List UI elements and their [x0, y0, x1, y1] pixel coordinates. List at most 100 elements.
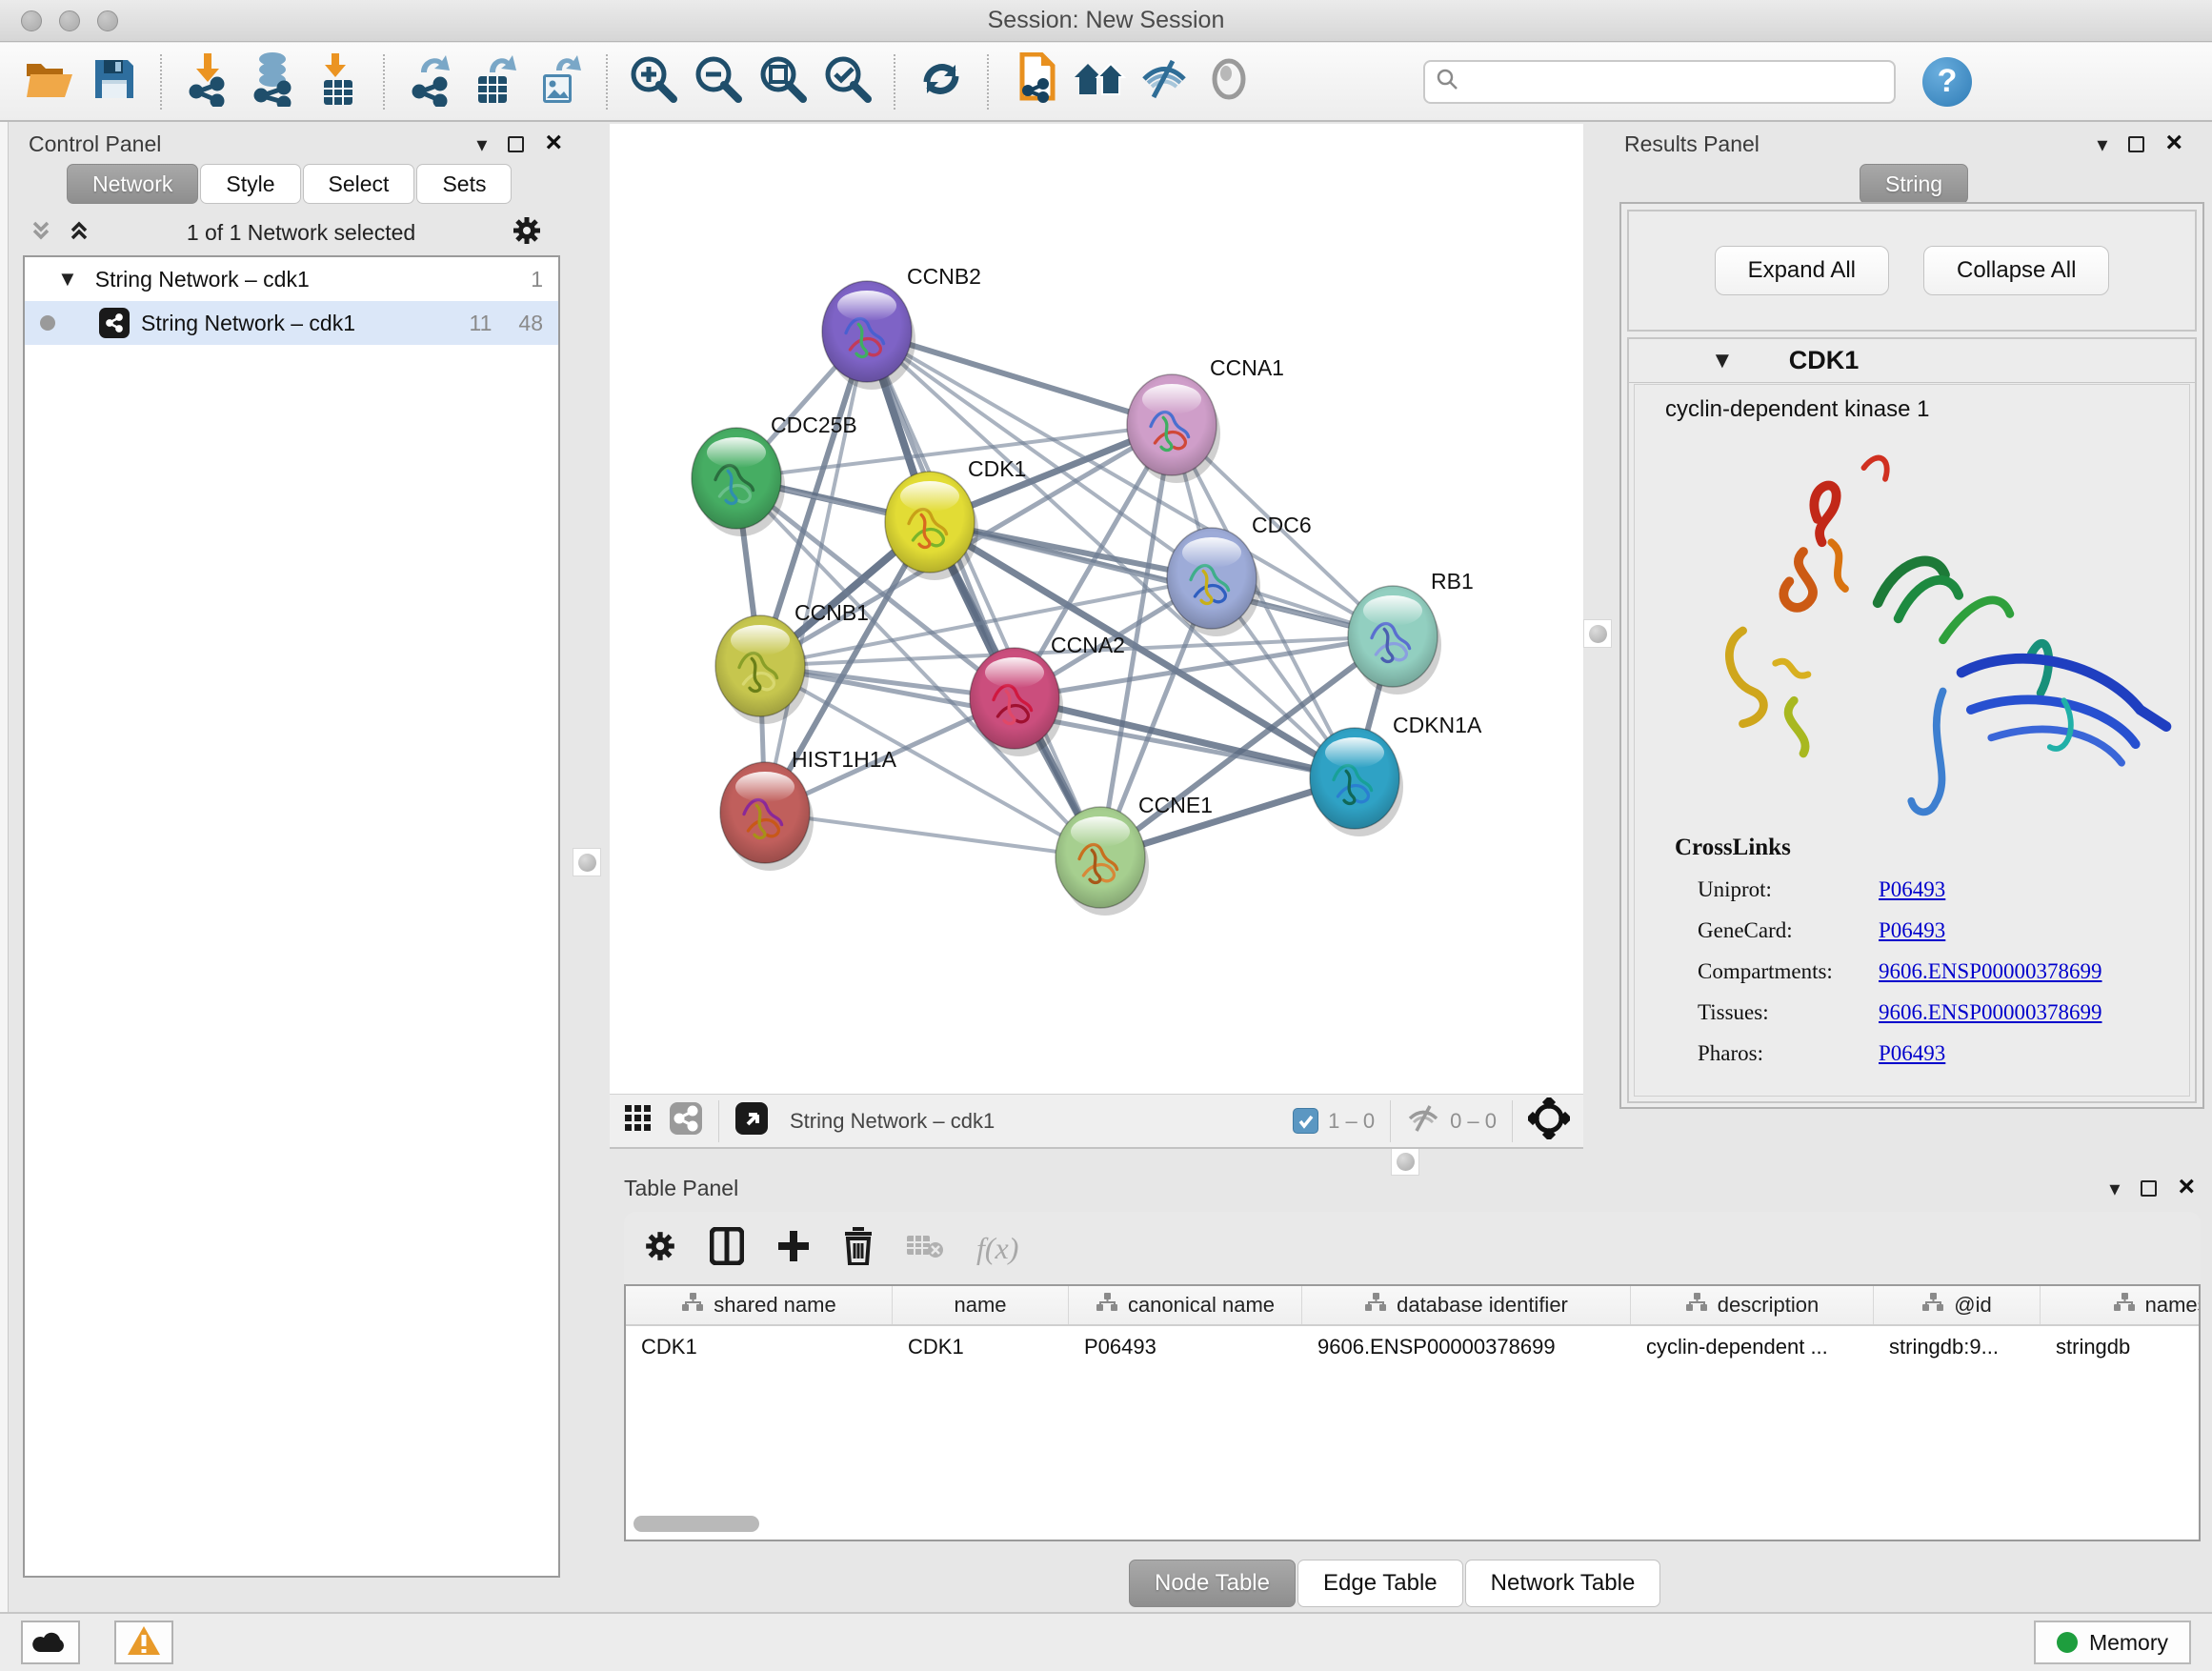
warnings-button[interactable] — [114, 1621, 173, 1664]
string-import-button[interactable] — [1007, 52, 1062, 111]
tab-network-table[interactable]: Network Table — [1465, 1560, 1661, 1607]
tab-style[interactable]: Style — [200, 164, 300, 204]
left-edge-strip — [0, 122, 9, 1612]
network-share-button[interactable] — [669, 1101, 703, 1141]
edge-CCNB2-CCNE1[interactable] — [867, 332, 1100, 857]
zoom-fit-button[interactable] — [755, 52, 811, 111]
expand-all-icon[interactable] — [67, 218, 91, 248]
network-canvas[interactable]: CCNB2CCNA1CDC25BCDK1CDC6RB1CCNB1CCNA2CDK… — [610, 124, 1583, 1094]
node-CDK1[interactable] — [885, 472, 978, 580]
hidden-eye-icon[interactable] — [1406, 1104, 1440, 1138]
float-panel-icon[interactable] — [508, 136, 524, 152]
crosslink-pharos-link[interactable]: P06493 — [1879, 1041, 1945, 1065]
network-options-gear-icon[interactable] — [511, 214, 543, 252]
crosslink-compartments-link[interactable]: 9606.ENSP00000378699 — [1879, 959, 2102, 983]
string-home-button[interactable] — [1072, 52, 1127, 111]
left-splitter-handle[interactable] — [573, 848, 601, 876]
tab-network[interactable]: Network — [67, 164, 198, 204]
help-button[interactable]: ? — [1922, 57, 1972, 107]
column-header-canonical-name[interactable]: canonical name — [1069, 1286, 1302, 1324]
grid-view-button[interactable] — [623, 1103, 654, 1139]
export-network-button[interactable] — [403, 52, 458, 111]
tab-select[interactable]: Select — [303, 164, 415, 204]
node-HIST1H1A[interactable] — [720, 762, 814, 871]
crosslink-uniprot-link[interactable]: P06493 — [1879, 877, 1945, 901]
column-header-namespace[interactable]: namespace — [2041, 1286, 2201, 1324]
delete-table-button[interactable] — [906, 1232, 944, 1265]
node-CDC25B[interactable] — [692, 428, 785, 536]
results-panel-title: Results Panel — [1624, 131, 1760, 157]
apply-layout-button[interactable] — [914, 52, 969, 111]
float-panel-icon[interactable] — [2128, 136, 2144, 152]
main-toolbar: ? — [0, 43, 2212, 122]
popout-view-button[interactable] — [734, 1101, 769, 1141]
network-collection-row[interactable]: ▼ String Network – cdk1 1 — [25, 257, 558, 301]
crosslink-row: Uniprot:P06493 — [1698, 877, 2189, 902]
show-columns-button[interactable] — [710, 1227, 744, 1270]
column-header-id[interactable]: @id — [1874, 1286, 2041, 1324]
column-header-database-identifier[interactable]: database identifier — [1302, 1286, 1631, 1324]
column-header-name[interactable]: name — [893, 1286, 1069, 1324]
table-settings-gear-icon[interactable] — [643, 1229, 677, 1268]
show-details-button[interactable] — [1201, 52, 1257, 111]
add-column-button[interactable] — [776, 1229, 811, 1268]
node-CDKN1A[interactable] — [1310, 728, 1403, 836]
node-label-CDC6: CDC6 — [1252, 513, 1312, 537]
import-table-button[interactable] — [310, 52, 365, 111]
export-table-button[interactable] — [468, 52, 523, 111]
tab-sets[interactable]: Sets — [416, 164, 512, 204]
tab-string[interactable]: String — [1860, 164, 1968, 204]
collection-expand-icon[interactable]: ▼ — [57, 269, 78, 290]
save-session-button[interactable] — [87, 52, 142, 111]
toolbar-separator — [718, 1100, 719, 1142]
close-panel-icon[interactable]: × — [2165, 129, 2182, 157]
hidden-counts: 0 – 0 — [1450, 1109, 1497, 1134]
network-row[interactable]: String Network – cdk1 11 48 — [25, 301, 558, 345]
protein-expand-icon[interactable]: ▼ — [1711, 350, 1734, 372]
memory-button[interactable]: Memory — [2034, 1621, 2191, 1664]
node-CCNA2[interactable] — [970, 648, 1063, 756]
fit-content-button[interactable] — [1528, 1097, 1570, 1145]
zoom-in-button[interactable] — [626, 52, 681, 111]
export-image-button[interactable] — [533, 52, 588, 111]
zoom-selected-button[interactable] — [820, 52, 875, 111]
tab-node-table[interactable]: Node Table — [1129, 1560, 1296, 1607]
collapse-all-icon[interactable] — [29, 218, 53, 248]
function-builder-button[interactable]: f(x) — [976, 1231, 1018, 1266]
close-panel-icon[interactable]: × — [2178, 1173, 2195, 1201]
crosslink-row: Pharos:P06493 — [1698, 1041, 2189, 1066]
open-session-button[interactable] — [22, 52, 77, 111]
search-input[interactable] — [1459, 69, 1884, 95]
node-CCNB2[interactable] — [822, 281, 915, 390]
cloud-sync-button[interactable] — [21, 1621, 80, 1664]
right-splitter-handle[interactable] — [1583, 619, 1612, 648]
column-header-description[interactable]: description — [1631, 1286, 1874, 1324]
edge-HIST1H1A-CCNE1[interactable] — [765, 813, 1100, 857]
float-panel-icon[interactable] — [2141, 1180, 2157, 1197]
hide-labels-button[interactable] — [1136, 52, 1192, 111]
table-row[interactable]: CDK1CDK1P064939606.ENSP00000378699cyclin… — [626, 1326, 2201, 1368]
zoom-out-button[interactable] — [691, 52, 746, 111]
panel-menu-icon[interactable]: ▾ — [2109, 1178, 2120, 1199]
node-CCNA1[interactable] — [1127, 374, 1220, 483]
tab-edge-table[interactable]: Edge Table — [1297, 1560, 1463, 1607]
node-RB1[interactable] — [1348, 586, 1441, 695]
toolbar-separator — [383, 54, 385, 110]
cloud-icon — [31, 1627, 70, 1659]
crosslink-genecard-link[interactable]: P06493 — [1879, 918, 1945, 942]
expand-all-button[interactable]: Expand All — [1715, 246, 1889, 295]
import-network-file-button[interactable] — [180, 52, 235, 111]
collapse-all-button[interactable]: Collapse All — [1923, 246, 2109, 295]
node-CCNE1[interactable] — [1056, 807, 1149, 916]
selected-nodes-checkbox[interactable] — [1293, 1108, 1318, 1134]
delete-column-button[interactable] — [843, 1227, 874, 1270]
panel-menu-icon[interactable]: ▾ — [476, 134, 487, 155]
panel-menu-icon[interactable]: ▾ — [2097, 134, 2107, 155]
column-header-shared-name[interactable]: shared name — [626, 1286, 893, 1324]
bottom-splitter-handle[interactable] — [1391, 1147, 1419, 1176]
horizontal-scrollbar-thumb[interactable] — [633, 1516, 759, 1532]
close-panel-icon[interactable]: × — [545, 129, 562, 157]
import-network-database-button[interactable] — [245, 52, 300, 111]
crosslink-tissues-link[interactable]: 9606.ENSP00000378699 — [1879, 1000, 2102, 1024]
edge-CCNA2-CDKN1A[interactable] — [1015, 698, 1355, 778]
